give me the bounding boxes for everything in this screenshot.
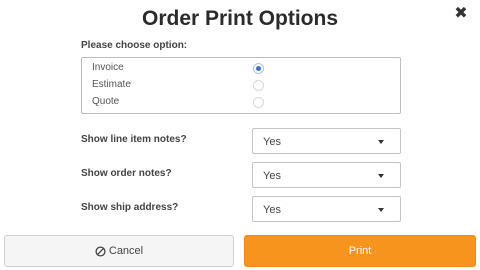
order-notes-select[interactable]: Yes — [252, 162, 401, 188]
ship-address-select[interactable]: Yes — [252, 196, 401, 222]
option-invoice[interactable]: Invoice — [82, 60, 400, 77]
line-item-notes-label: Show line item notes? — [81, 134, 187, 145]
ship-address-label: Show ship address? — [81, 202, 179, 213]
close-icon[interactable]: ✖ — [451, 3, 471, 23]
option-group: Invoice Estimate Quote — [81, 57, 401, 114]
caret-down-icon — [378, 208, 384, 212]
radio-invoice[interactable] — [253, 63, 264, 74]
line-item-notes-select[interactable]: Yes — [252, 128, 401, 154]
option-label: Estimate — [92, 79, 131, 90]
order-notes-label: Show order notes? — [81, 168, 172, 179]
caret-down-icon — [378, 140, 384, 144]
ban-icon — [95, 245, 106, 257]
dialog-title: Order Print Options — [141, 7, 338, 30]
print-button[interactable]: Print — [244, 235, 476, 267]
radio-estimate[interactable] — [253, 80, 264, 91]
cancel-button[interactable]: Cancel — [4, 235, 234, 267]
caret-down-icon — [378, 174, 384, 178]
option-prompt: Please choose option: — [81, 40, 188, 51]
option-quote[interactable]: Quote — [82, 94, 400, 111]
select-value: Yes — [263, 170, 281, 182]
option-label: Quote — [92, 96, 120, 107]
radio-quote[interactable] — [253, 97, 264, 108]
select-value: Yes — [263, 136, 281, 148]
cancel-label: Cancel — [108, 245, 144, 257]
option-estimate[interactable]: Estimate — [82, 77, 400, 94]
option-label: Invoice — [92, 62, 124, 73]
select-value: Yes — [263, 204, 281, 216]
print-label: Print — [348, 245, 372, 257]
